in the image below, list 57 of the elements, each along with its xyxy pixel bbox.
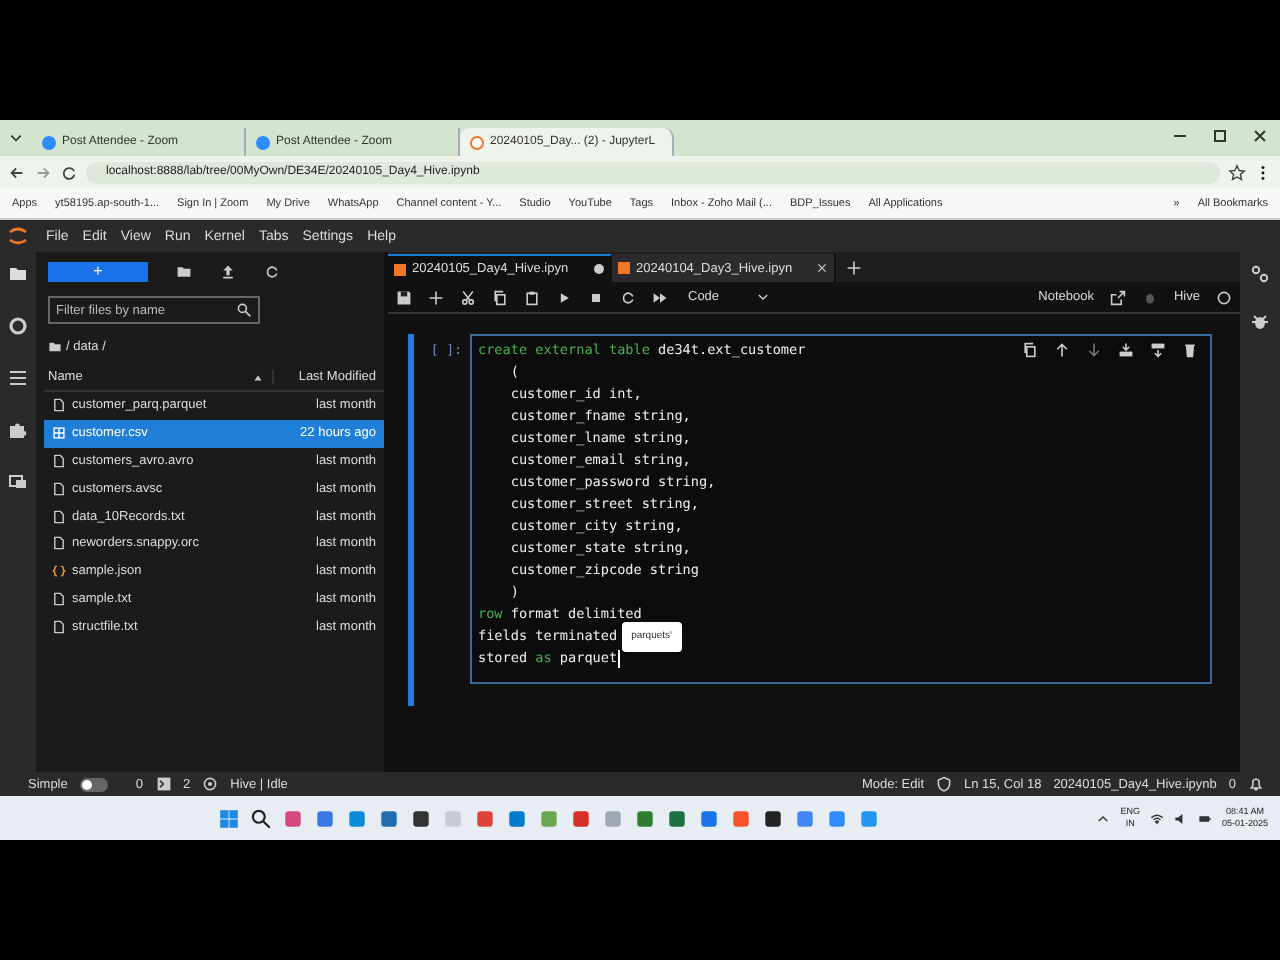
paste-icon[interactable] xyxy=(524,289,540,305)
code-editor[interactable] xyxy=(470,334,1212,684)
refresh-icon[interactable] xyxy=(264,264,280,280)
add-icon[interactable] xyxy=(428,289,444,305)
shield-icon[interactable] xyxy=(936,776,953,792)
insert-below-icon[interactable] xyxy=(1150,342,1166,358)
stop-icon[interactable] xyxy=(588,289,604,305)
save-icon[interactable] xyxy=(396,289,412,305)
close-icon[interactable] xyxy=(1250,126,1270,146)
windows-icon[interactable] xyxy=(218,807,241,829)
braces-icon xyxy=(52,564,66,579)
sort-icon xyxy=(252,371,265,383)
cut-icon[interactable] xyxy=(460,289,476,305)
folder-icon[interactable] xyxy=(8,264,28,284)
speaker-icon[interactable] xyxy=(1173,811,1188,825)
add-icon[interactable] xyxy=(846,260,862,276)
kernel-icon[interactable] xyxy=(202,776,219,792)
upload-icon[interactable] xyxy=(220,264,236,280)
caret-icon xyxy=(755,290,770,304)
terminal-icon[interactable] xyxy=(155,776,171,792)
circle-icon[interactable] xyxy=(8,316,28,336)
tabs-icon[interactable] xyxy=(8,472,28,492)
arrow-down-icon[interactable] xyxy=(1086,342,1102,358)
close-icon[interactable] xyxy=(816,262,828,274)
wifi-icon[interactable] xyxy=(1149,811,1164,825)
external-link-icon[interactable] xyxy=(1109,289,1126,305)
app-icon[interactable] xyxy=(762,807,785,829)
bell-icon[interactable] xyxy=(1248,776,1264,792)
arrow-up-icon[interactable] xyxy=(1054,342,1070,358)
list-icon[interactable] xyxy=(8,368,28,388)
tab-list-icon[interactable] xyxy=(8,130,24,146)
new-folder-icon[interactable] xyxy=(176,264,192,280)
new-launcher-button[interactable]: + xyxy=(48,262,148,282)
chevron-up-icon[interactable] xyxy=(1096,811,1111,825)
run-icon[interactable] xyxy=(556,289,572,305)
delete-icon[interactable] xyxy=(1182,342,1198,358)
app-icon[interactable] xyxy=(410,807,433,829)
toggle-switch[interactable] xyxy=(79,777,108,791)
debugger-icon[interactable] xyxy=(1250,312,1270,332)
back-icon[interactable] xyxy=(8,163,26,181)
logo-icon xyxy=(8,226,28,246)
folder-icon[interactable] xyxy=(48,339,62,353)
duplicate-icon[interactable] xyxy=(1022,342,1038,358)
reload-icon[interactable] xyxy=(60,163,78,181)
fast-forward-icon[interactable] xyxy=(652,289,668,305)
search-icon xyxy=(236,302,252,318)
star-icon[interactable] xyxy=(1228,163,1246,181)
copy-icon[interactable] xyxy=(492,289,508,305)
grid-icon xyxy=(52,426,66,441)
search-icon[interactable] xyxy=(250,807,273,829)
property-inspector-icon[interactable] xyxy=(1250,264,1270,284)
insert-above-icon[interactable] xyxy=(1118,342,1134,358)
kernel-status-icon xyxy=(1216,289,1232,305)
restart-icon[interactable] xyxy=(620,289,636,305)
puzzle-icon[interactable] xyxy=(8,420,28,440)
file-icon xyxy=(52,398,66,413)
maximize-icon[interactable] xyxy=(1210,126,1230,146)
